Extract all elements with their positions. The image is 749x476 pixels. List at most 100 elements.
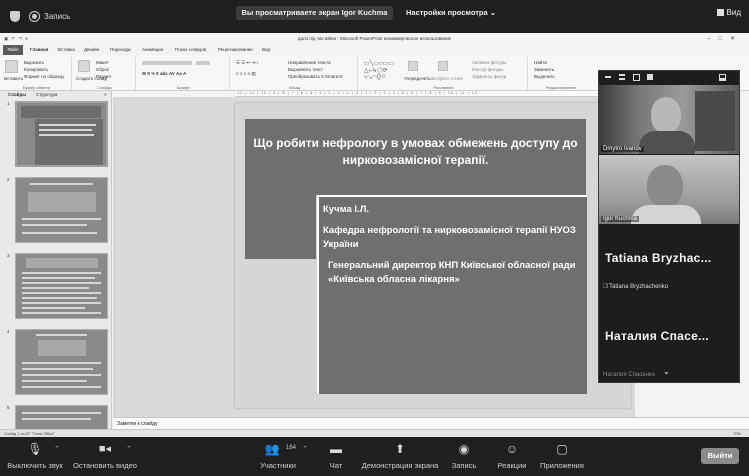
slide-department: Кафедра нефрології та нирковозамісної те… — [323, 225, 576, 250]
quick-styles-icon[interactable] — [438, 61, 448, 71]
recording-label: Запись — [44, 12, 71, 21]
share-screen-button[interactable]: ⬆ Демонстрация экрана — [360, 437, 440, 476]
grid-view-icon[interactable] — [647, 74, 653, 80]
tab-home[interactable]: Главная — [30, 47, 48, 52]
new-slide-icon[interactable] — [78, 60, 90, 72]
tab-slideshow[interactable]: Показ слайдов — [175, 47, 206, 52]
name-tile[interactable]: Tatiana Bryzhac... 🎙̸ Tatiana Bryzhachen… — [599, 227, 739, 296]
align-buttons[interactable]: ≡ ≡ ≡ ≡ ▥ — [236, 71, 256, 77]
tab-view[interactable]: Вид — [262, 47, 270, 52]
video-tile[interactable]: Dmytro Ivanov — [599, 85, 739, 154]
record-button[interactable]: ◉ Запись — [444, 437, 484, 476]
video-panel: Dmytro Ivanov Igor Kuchma Tatiana Bryzha… — [598, 70, 740, 383]
stop-video-button[interactable]: ■◂ ⌃ Остановить видео — [70, 437, 140, 476]
arrange-icon[interactable] — [408, 61, 418, 71]
align-text-button[interactable]: Выровнять текст — [288, 67, 323, 72]
shape-effects-button[interactable]: Эффекты фигур — [472, 74, 506, 79]
thumb-text-line — [22, 218, 101, 220]
thumb-text-line — [22, 232, 97, 234]
slide-editing-area: Що робити нефрологу в умовах обмежень до… — [113, 97, 635, 417]
speaker-view-icon[interactable] — [719, 74, 726, 81]
tab-review[interactable]: Рецензирование — [218, 47, 253, 52]
notes-pane[interactable]: Заметки к слайду — [113, 417, 749, 429]
font-format-buttons[interactable]: Ж К Ч S abc AV Аа A — [142, 71, 186, 76]
reactions-button[interactable]: ☺ Реакции — [490, 437, 534, 476]
thumb-image — [26, 258, 98, 268]
view-button[interactable]: Вид — [716, 8, 741, 17]
thumb-text-line — [22, 297, 97, 299]
cut-button[interactable]: Вырезать — [24, 60, 44, 65]
shield-icon[interactable] — [10, 11, 20, 22]
reset-button[interactable]: Сброс — [96, 67, 109, 72]
arrange-label[interactable]: Упорядочить — [404, 76, 431, 81]
apps-button[interactable]: ▢ Приложения — [534, 437, 590, 476]
shape-outline-button[interactable]: Контур фигуры — [472, 67, 503, 72]
chat-button[interactable]: ▬ Чат — [318, 437, 354, 476]
tab-design[interactable]: Дизайн — [84, 47, 99, 52]
slides-pane: Слайды Структура × 1 2 3 4 5 — [0, 91, 112, 429]
leave-button[interactable]: Выйти — [701, 448, 739, 464]
thumb-image — [38, 340, 86, 356]
smartart-button[interactable]: Преобразовать в SmartArt — [288, 74, 343, 79]
section-button[interactable]: Раздел — [96, 74, 111, 79]
slide-thumbnail[interactable] — [15, 253, 108, 319]
mute-button[interactable]: 🎙 ⌃ Выключить звук — [0, 437, 70, 476]
name-tile[interactable]: Наталия Спасе... Наталия Спасенко ⌄ — [599, 311, 739, 380]
gallery-layout-icon[interactable] — [633, 74, 640, 81]
apps-icon: ▢ — [556, 442, 568, 456]
zoom-window: Запись Вы просматриваете экран Igor Kuch… — [0, 0, 749, 476]
group-label-editing: Редактирование — [545, 85, 577, 90]
share-screen-icon: ⬆ — [394, 442, 406, 456]
layout-button[interactable]: Макет — [96, 60, 109, 65]
replace-button[interactable]: Заменить — [534, 67, 554, 72]
select-button[interactable]: Выделить — [534, 74, 555, 79]
quick-styles-label[interactable]: Экспресс-стили — [430, 76, 463, 81]
paste-icon[interactable] — [5, 60, 18, 73]
thumb-text-line — [30, 183, 93, 185]
pane-tab-slides[interactable]: Слайды — [8, 92, 26, 97]
share-screen-label: Демонстрация экрана — [361, 461, 439, 470]
video-camera-icon: ■◂ — [98, 443, 112, 455]
collapse-icon[interactable] — [619, 74, 625, 80]
font-size-box[interactable] — [196, 61, 210, 65]
find-button[interactable]: Найти — [534, 60, 547, 65]
slide-body-textbox[interactable]: Кучма І.Л. Кафедра нефрології та нирково… — [317, 195, 587, 394]
tab-insert[interactable]: Вставка — [58, 47, 75, 52]
zoom-level[interactable]: 70% — [733, 431, 741, 436]
ppt-status-bar: Слайд 1 из 87 "Тема Office" 70% — [0, 429, 749, 437]
pane-tab-outline[interactable]: Структура — [36, 92, 57, 97]
view-options-button[interactable]: Настройки просмотра ⌄ — [400, 6, 502, 20]
participants-button[interactable]: 👥 164 ⌃ Участники — [250, 437, 308, 476]
participant-face — [647, 165, 683, 207]
window-controls[interactable]: –□✕ — [707, 35, 743, 42]
slide-thumbnail[interactable] — [15, 329, 108, 395]
format-painter-button[interactable]: Формат по образцу — [24, 74, 64, 79]
video-tile[interactable]: Igor Kuchma — [599, 155, 739, 224]
text-direction-button[interactable]: Направление текста — [288, 60, 331, 65]
tab-file[interactable]: Файл — [3, 45, 23, 55]
tab-transitions[interactable]: Переходы — [110, 47, 131, 52]
tab-animations[interactable]: Анимация — [142, 47, 163, 52]
slide-thumbnail[interactable] — [15, 405, 108, 429]
close-icon[interactable]: × — [104, 92, 107, 97]
paste-label[interactable]: Вставить — [4, 76, 23, 81]
font-name-box[interactable] — [142, 61, 192, 65]
current-slide[interactable]: Що робити нефрологу в умовах обмежень до… — [235, 103, 631, 408]
thumb-text-line — [22, 302, 101, 304]
record-icon: ◉ — [458, 442, 470, 456]
slide-title[interactable]: Що робити нефрологу в умовах обмежень до… — [245, 119, 586, 195]
chevron-up-icon[interactable]: ⌃ — [302, 445, 308, 453]
slide-thumbnail[interactable] — [15, 177, 108, 243]
shape-fill-button[interactable]: Заливка фигуры — [472, 60, 506, 65]
chevron-down-icon[interactable]: ⌄ — [663, 367, 670, 376]
shapes-gallery[interactable]: ▭╲▭○▭▭ △⌐↳⬠⟳ ⤷↘⌒{}☆ — [364, 60, 394, 81]
slide-thumbnail[interactable] — [15, 101, 108, 167]
list-buttons[interactable]: ☰ ☰ ⇤ ⇥ ↕ — [236, 60, 259, 66]
ppt-title-bar: ▣ ↶ ↷ ▾ дало під час війни - Microsoft P… — [0, 33, 749, 45]
group-clipboard: Вставить Вырезать Копировать Формат по о… — [2, 57, 72, 90]
copy-button[interactable]: Копировать — [24, 67, 48, 72]
thumb-text-line — [36, 334, 87, 336]
minimize-icon[interactable] — [605, 76, 611, 78]
chevron-up-icon[interactable]: ⌃ — [54, 445, 60, 453]
chevron-up-icon[interactable]: ⌃ — [126, 445, 132, 453]
